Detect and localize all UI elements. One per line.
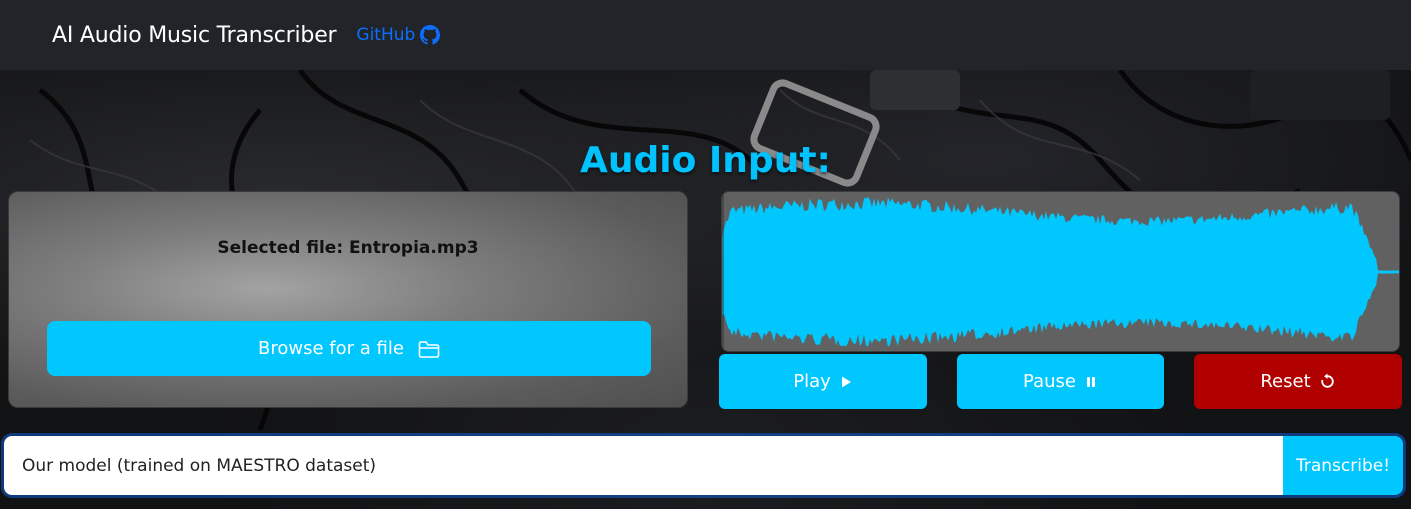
audio-input-heading: Audio Input: [580, 140, 831, 181]
pause-button[interactable]: Pause [957, 354, 1164, 409]
selected-file-label: Selected file: Entropia.mp3 [217, 238, 479, 258]
waveform-display[interactable] [721, 191, 1400, 352]
play-icon [841, 376, 851, 387]
model-select-input[interactable] [4, 436, 1283, 495]
browse-button-label: Browse for a file [258, 338, 404, 359]
model-input-group: Transcribe! [4, 436, 1403, 495]
transcribe-button[interactable]: Transcribe! [1283, 436, 1403, 495]
browse-file-button[interactable]: Browse for a file [47, 321, 651, 376]
github-link[interactable]: GitHub [356, 25, 441, 45]
app-title: AI Audio Music Transcriber [52, 22, 337, 48]
pause-button-label: Pause [1023, 371, 1076, 392]
play-button[interactable]: Play [719, 354, 927, 409]
github-link-label: GitHub [356, 25, 416, 45]
folder-icon [418, 340, 440, 358]
github-icon [420, 25, 441, 45]
reset-button-label: Reset [1260, 371, 1311, 392]
reset-icon [1320, 373, 1334, 388]
file-select-card: Selected file: Entropia.mp3 Browse for a… [8, 191, 688, 408]
pause-icon [1086, 376, 1095, 387]
play-button-label: Play [793, 371, 831, 392]
navbar: AI Audio Music Transcriber GitHub [0, 0, 1411, 70]
reset-button[interactable]: Reset [1194, 354, 1402, 409]
waveform [722, 192, 1399, 351]
